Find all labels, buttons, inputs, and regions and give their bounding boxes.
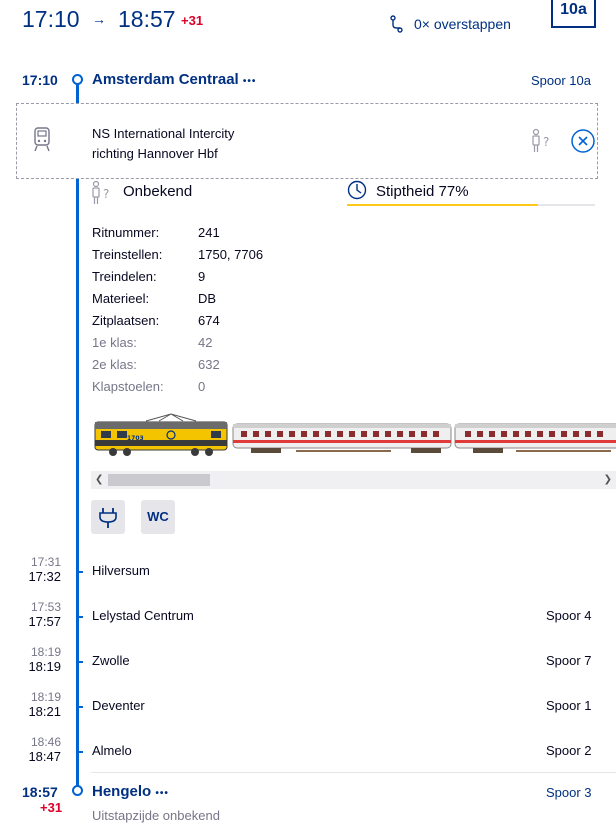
- close-icon[interactable]: [570, 128, 596, 154]
- wc-icon: WC: [141, 500, 175, 534]
- scroll-thumb[interactable]: [108, 474, 210, 486]
- stop-row[interactable]: 18:19 18:21 Deventer Spoor 1: [0, 690, 616, 730]
- stop-platform: Spoor 7: [546, 653, 592, 668]
- scroll-right-icon[interactable]: ❯: [604, 474, 612, 485]
- composition-scrollbar[interactable]: ❮ ❯: [91, 471, 616, 489]
- detail-label: Klapstoelen:: [92, 379, 164, 394]
- origin-station-name[interactable]: Amsterdam Centraal: [92, 71, 239, 88]
- detail-row: 2e klas: 632: [92, 357, 352, 377]
- detail-row: Treindelen: 9: [92, 269, 352, 289]
- svg-text:?: ?: [103, 187, 109, 201]
- crowd-unknown-icon: ?: [92, 180, 109, 204]
- stop-planned-time: 18:19: [30, 645, 61, 659]
- stop-row[interactable]: 18:19 18:19 Zwolle Spoor 7: [0, 645, 616, 685]
- stop-planned-time: 18:19: [30, 690, 61, 704]
- transfer-count: 0× overstappen: [414, 16, 511, 32]
- detail-value: 0: [198, 379, 206, 394]
- detail-label: 2e klas:: [92, 357, 137, 372]
- stop-row[interactable]: 17:31 17:32 Hilversum: [0, 555, 616, 595]
- train-type: NS International Intercity: [92, 126, 235, 141]
- punctuality-track: [347, 204, 595, 206]
- stop-name[interactable]: Deventer: [92, 698, 145, 713]
- punctuality-label: Stiptheid 77%: [376, 183, 469, 200]
- detail-label: Zitplaatsen:: [92, 313, 160, 328]
- stop-row[interactable]: 18:46 18:47 Almelo Spoor 2: [0, 735, 616, 775]
- detail-row: 1e klas: 42: [92, 335, 352, 355]
- alighting-side-note: Uitstapzijde onbekend: [92, 808, 220, 823]
- detail-row: Klapstoelen: 0: [92, 379, 352, 399]
- detail-label: Treindelen:: [92, 269, 157, 284]
- detail-value: 42: [198, 335, 213, 350]
- destination-separator: [91, 772, 616, 773]
- svg-text:1703: 1703: [127, 435, 144, 442]
- crowd-label: Onbekend: [123, 183, 193, 200]
- train-description: NS International Intercity richting Hann…: [92, 124, 234, 164]
- scroll-left-icon[interactable]: ❮: [95, 474, 103, 485]
- detail-label: Treinstellen:: [92, 247, 163, 262]
- stop-tick: [76, 706, 83, 708]
- detail-row: Ritnummer: 241: [92, 225, 352, 245]
- destination-delay: +31: [40, 800, 63, 815]
- detail-label: 1e klas:: [92, 335, 137, 350]
- stop-planned-time: 17:53: [30, 600, 61, 614]
- destination-dot: [72, 785, 83, 796]
- stop-name[interactable]: Zwolle: [92, 653, 130, 668]
- detail-label: Materieel:: [92, 291, 150, 306]
- stop-platform: Spoor 4: [546, 608, 592, 623]
- header-departure-time: 17:10: [22, 6, 80, 32]
- detail-value: 1750, 7706: [198, 247, 264, 262]
- detail-row: Treinstellen: 1750, 7706: [92, 247, 352, 267]
- stop-planned-time: 18:46: [30, 735, 61, 749]
- stop-actual-time: 17:57: [28, 614, 61, 629]
- power-socket-icon: [91, 500, 125, 534]
- detail-value: DB: [198, 291, 217, 306]
- stop-actual-time: 18:47: [28, 749, 61, 764]
- stop-platform: Spoor 1: [546, 698, 592, 713]
- stop-tick: [76, 616, 83, 618]
- train-icon: [34, 127, 50, 152]
- destination-station-name[interactable]: Hengelo: [92, 783, 151, 800]
- stop-tick: [76, 661, 83, 663]
- detail-value: 674: [198, 313, 220, 328]
- origin-more-button[interactable]: •••: [243, 76, 257, 87]
- arrow-right-icon: →: [92, 11, 106, 27]
- stop-name[interactable]: Almelo: [92, 743, 132, 758]
- clock-icon: [347, 180, 367, 200]
- punctuality-bar: [347, 204, 538, 206]
- detail-row: Zitplaatsen: 674: [92, 313, 352, 333]
- header-arrival-delay: +31: [181, 13, 204, 28]
- stop-name[interactable]: Lelystad Centrum: [92, 608, 194, 623]
- header-arrival-time: 18:57: [118, 6, 176, 32]
- stop-tick: [76, 571, 83, 573]
- platform-badge: 10a: [551, 0, 596, 28]
- origin-station[interactable]: Amsterdam Centraal •••: [92, 71, 256, 88]
- destination-station[interactable]: Hengelo •••: [92, 783, 169, 800]
- destination-platform: Spoor 3: [546, 785, 592, 800]
- train-composition-image: 1703: [94, 413, 616, 456]
- stop-tick: [76, 751, 83, 753]
- detail-row: Materieel: DB: [92, 291, 352, 311]
- stop-row[interactable]: 17:53 17:57 Lelystad Centrum Spoor 4: [0, 600, 616, 640]
- stop-actual-time: 18:21: [28, 704, 61, 719]
- detail-value: 241: [198, 225, 220, 240]
- detail-value: 632: [198, 357, 220, 372]
- detail-value: 9: [198, 269, 206, 284]
- origin-dot: [72, 74, 83, 85]
- destination-time: 18:57: [22, 784, 58, 800]
- stop-actual-time: 17:32: [28, 569, 61, 584]
- detail-label: Ritnummer:: [92, 225, 160, 240]
- svg-text:?: ?: [543, 135, 549, 149]
- origin-time: 17:10: [22, 72, 58, 88]
- transfer-icon: [390, 15, 403, 33]
- destination-more-button[interactable]: •••: [155, 788, 169, 799]
- crowd-unknown-icon: ?: [532, 128, 549, 152]
- stop-actual-time: 18:19: [28, 659, 61, 674]
- origin-platform: Spoor 10a: [531, 73, 591, 88]
- stop-name[interactable]: Hilversum: [92, 563, 150, 578]
- stop-platform: Spoor 2: [546, 743, 592, 758]
- train-direction: richting Hannover Hbf: [92, 146, 218, 161]
- stop-planned-time: 17:31: [30, 555, 61, 569]
